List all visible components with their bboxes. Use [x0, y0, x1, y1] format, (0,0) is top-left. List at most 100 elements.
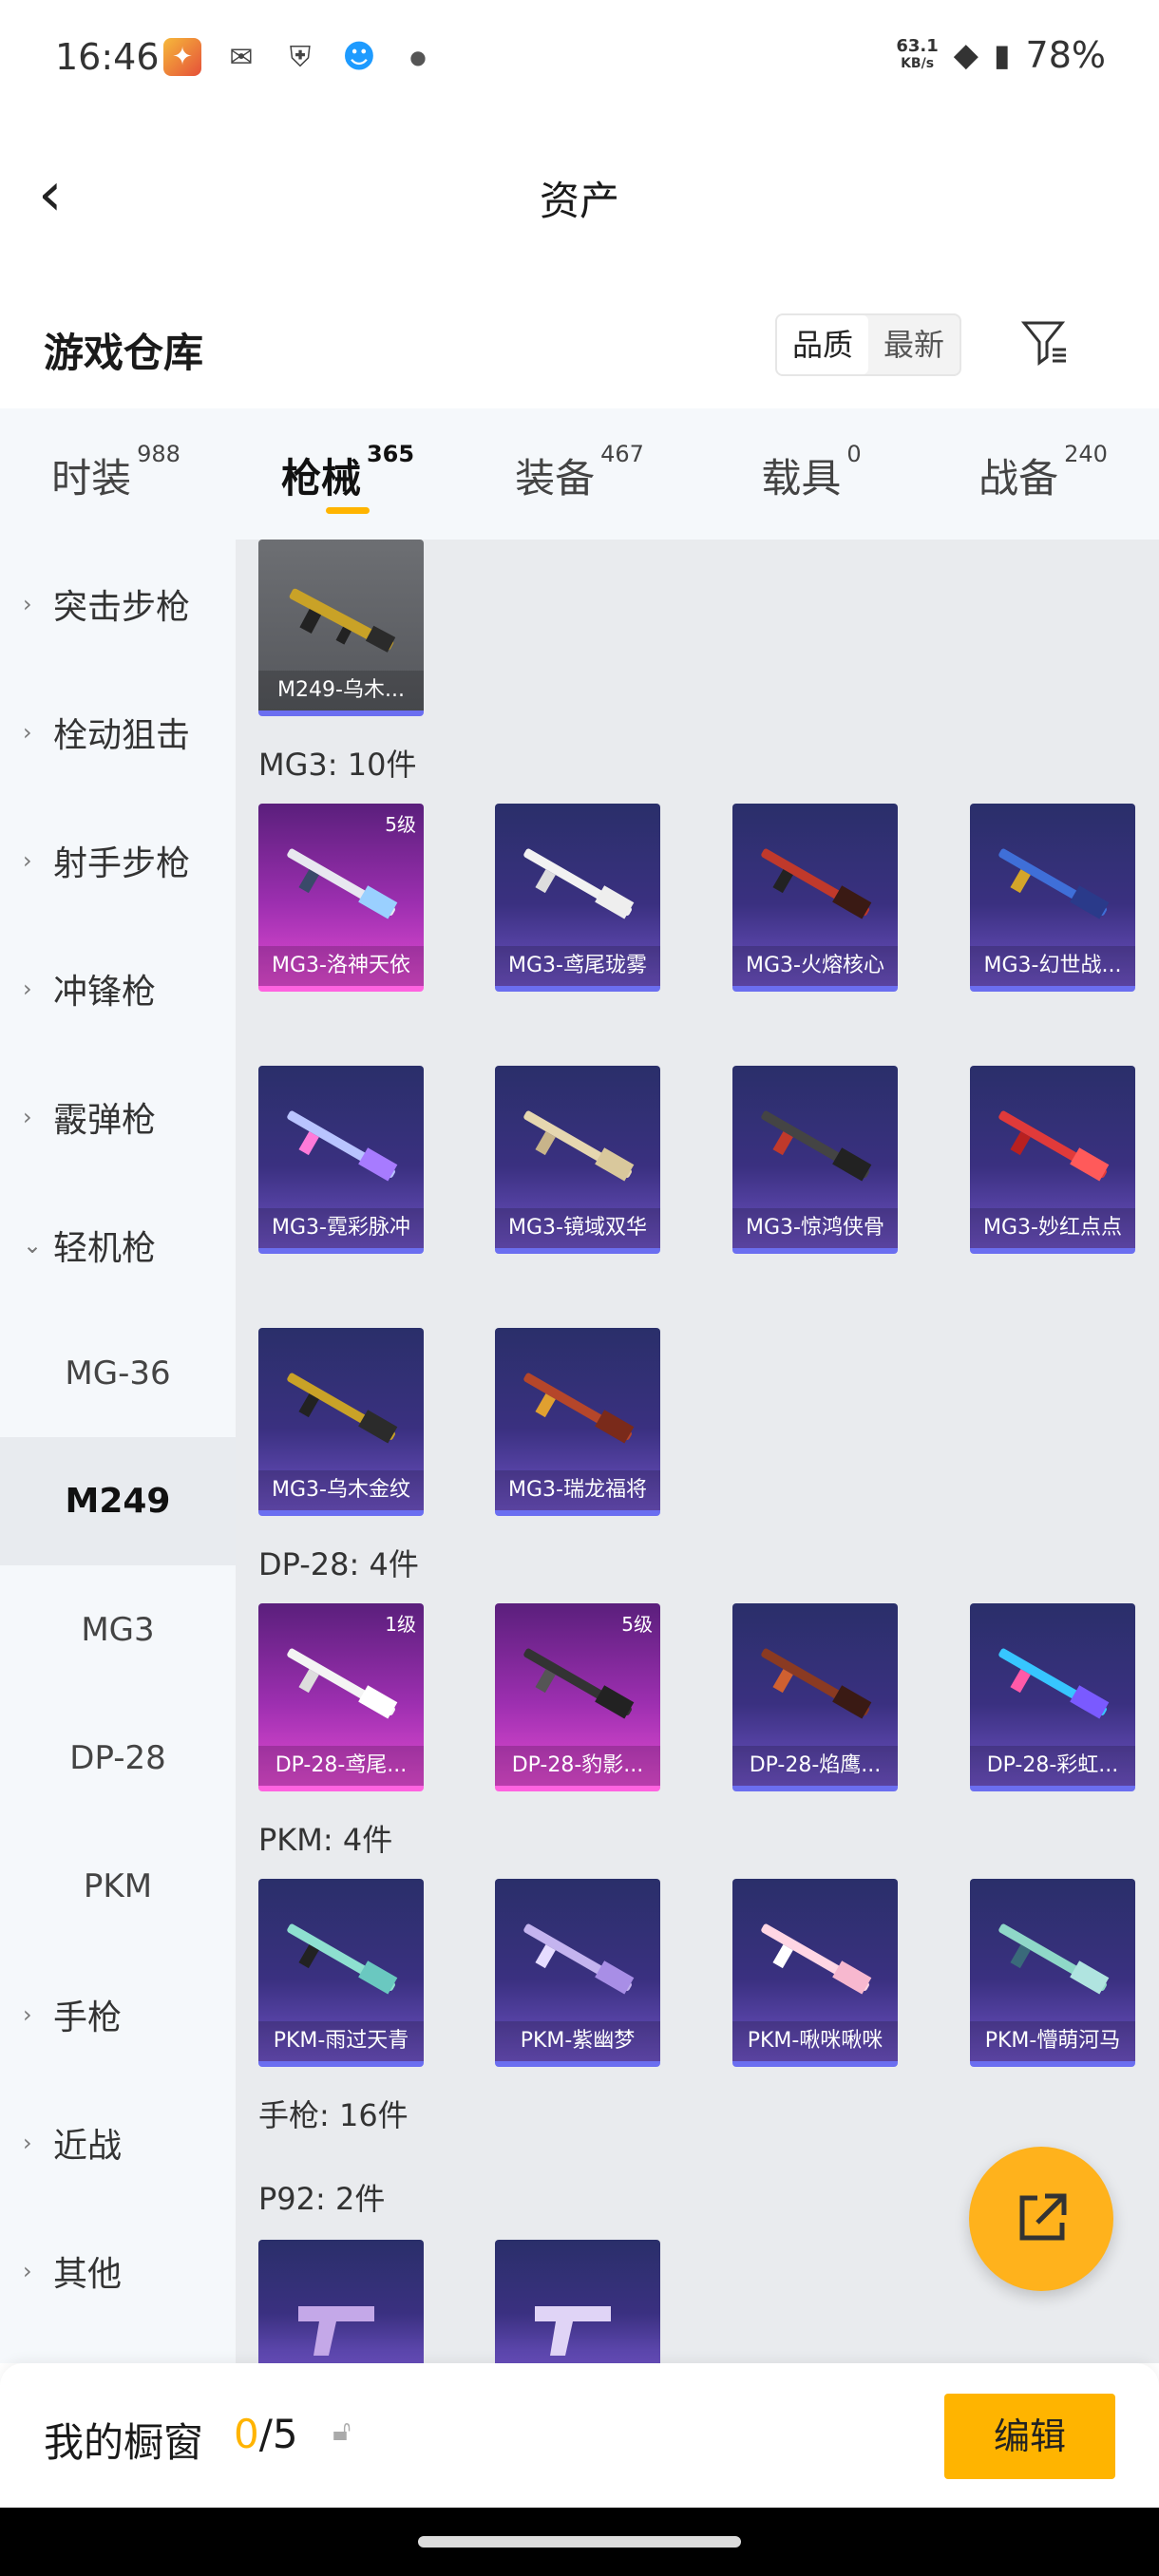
tab-fashion[interactable]: 时装988: [0, 408, 232, 540]
item-name: MG3-幻世战...: [970, 946, 1135, 986]
sort-quality-button[interactable]: 品质: [777, 315, 869, 374]
sidebar-item-other[interactable]: › 其他: [0, 2207, 236, 2335]
item-card[interactable]: DP-28-彩虹...: [970, 1603, 1135, 1791]
chevron-right-icon: ›: [23, 975, 32, 1002]
gun-skin-image: [523, 848, 635, 919]
showcase-bar: 我的橱窗 0/5 🔓︎ 编辑: [0, 2363, 1159, 2508]
item-card[interactable]: MG3-镜域双华: [495, 1066, 660, 1254]
sidebar-item-shotgun[interactable]: › 霰弹枪: [0, 1052, 236, 1181]
sidebar-item-melee[interactable]: › 近战: [0, 2078, 236, 2207]
sidebar-subitem-m249[interactable]: M249: [0, 1437, 236, 1565]
sidebar-item-bolt-sniper[interactable]: › 栓动狙击: [0, 668, 236, 796]
item-level-badge: 5级: [385, 813, 416, 836]
item-card[interactable]: DP-28-焰鹰...: [732, 1603, 898, 1791]
tab-vehicles[interactable]: 载具0: [695, 408, 927, 540]
gun-skin-image: [761, 848, 872, 919]
item-card[interactable]: PKM-懵萌河马: [970, 1879, 1135, 2067]
status-bar: 16:46 ✦ ✉ ⛨ ☻ ● 63.1 KB/s ◆ ▮ 78%: [0, 0, 1159, 114]
tab-supplies[interactable]: 战备240: [927, 408, 1159, 540]
item-card[interactable]: MG3-妙红点点: [970, 1066, 1135, 1254]
gun-skin-image: [523, 1648, 635, 1719]
network-speed: 63.1 KB/s: [896, 36, 939, 72]
chevron-right-icon: ›: [23, 846, 32, 874]
item-card[interactable]: MG3-火熔核心: [732, 804, 898, 992]
sidebar-subitem-pkm[interactable]: PKM: [0, 1822, 236, 1950]
gun-skin-image: [998, 1923, 1110, 1995]
item-card[interactable]: MG3-瑞龙福将: [495, 1328, 660, 1516]
item-card[interactable]: 5级 DP-28-豹影...: [495, 1603, 660, 1791]
category-sidebar: › 突击步枪 › 栓动狙击 › 射手步枪 › 冲锋枪 › 霰弹枪 ⌄ 轻机枪 MG-36 M…: [0, 540, 236, 2363]
item-name: DP-28-焰鹰...: [732, 1746, 898, 1786]
item-card[interactable]: [495, 2240, 660, 2363]
item-name: MG3-洛神天依: [258, 946, 424, 986]
battery-icon: ▮: [993, 37, 1011, 73]
item-name: MG3-镜域双华: [495, 1208, 660, 1248]
gun-skin-image: [287, 848, 398, 919]
sidebar-item-assault-rifle[interactable]: › 突击步枪: [0, 540, 236, 668]
item-name: MG3-乌木金纹: [258, 1470, 424, 1510]
edit-button[interactable]: 编辑: [944, 2394, 1115, 2479]
item-level-badge: 5级: [621, 1613, 653, 1636]
sort-newest-button[interactable]: 最新: [868, 315, 960, 374]
item-card[interactable]: MG3-幻世战...: [970, 804, 1135, 992]
sidebar-subitem-dp28[interactable]: DP-28: [0, 1694, 236, 1822]
item-name: MG3-火熔核心: [732, 946, 898, 986]
item-card[interactable]: MG3-惊鸿侠骨: [732, 1066, 898, 1254]
category-tabs: 时装988 枪械365 装备467 载具0 战备240: [0, 408, 1159, 540]
group-label-pistol: 手枪: 16件: [258, 2097, 408, 2133]
share-fab[interactable]: [969, 2147, 1113, 2291]
wifi-icon: ◆: [953, 36, 978, 74]
shield-icon: ⛨: [289, 40, 312, 74]
item-name: DP-28-豹影...: [495, 1746, 660, 1786]
gun-skin-image: [298, 2306, 374, 2356]
gun-skin-image: [523, 1373, 635, 1444]
item-name: PKM-懵萌河马: [970, 2021, 1135, 2061]
item-card[interactable]: PKM-紫幽梦: [495, 1879, 660, 2067]
sidebar-subitem-mg3[interactable]: MG3: [0, 1565, 236, 1694]
active-tab-indicator: [326, 507, 370, 514]
item-card[interactable]: 5级 MG3-洛神天依: [258, 804, 424, 992]
item-card[interactable]: MG3-鸢尾珑雾: [495, 804, 660, 992]
item-name: PKM-啾咪啾咪: [732, 2021, 898, 2061]
group-label-dp28: DP-28: 4件: [258, 1546, 419, 1582]
chevron-down-icon: ⌄: [23, 1231, 43, 1259]
item-card[interactable]: PKM-雨过天青: [258, 1879, 424, 2067]
sidebar-item-pistol[interactable]: › 手枪: [0, 1950, 236, 2078]
sidebar-item-smg[interactable]: › 冲锋枪: [0, 924, 236, 1052]
item-card[interactable]: M249-乌木...: [258, 540, 424, 716]
item-name: DP-28-鸢尾...: [258, 1746, 424, 1786]
tab-equipment[interactable]: 装备467: [464, 408, 695, 540]
gun-skin-image: [523, 1110, 635, 1182]
gun-skin-image: [535, 2306, 611, 2356]
home-indicator[interactable]: [418, 2536, 741, 2548]
gun-skin-image: [761, 1110, 872, 1182]
gun-skin-image: [287, 1110, 398, 1182]
status-right: 63.1 KB/s ◆ ▮ 78%: [896, 34, 1106, 76]
gun-skin-image: [998, 848, 1110, 919]
game-app-icon: ✦: [163, 38, 201, 76]
item-name: PKM-雨过天青: [258, 2021, 424, 2061]
filter-icon[interactable]: [1018, 315, 1075, 372]
section-header: 游戏仓库 品质 最新: [0, 304, 1159, 408]
item-card[interactable]: PKM-啾咪啾咪: [732, 1879, 898, 2067]
gun-skin-image: [523, 1923, 635, 1995]
sidebar-item-lmg[interactable]: ⌄ 轻机枪: [0, 1181, 236, 1309]
item-card[interactable]: 1级 DP-28-鸢尾...: [258, 1603, 424, 1791]
item-card[interactable]: MG3-乌木金纹: [258, 1328, 424, 1516]
item-name: MG3-瑞龙福将: [495, 1470, 660, 1510]
item-name: DP-28-彩虹...: [970, 1746, 1135, 1786]
page-title: 资产: [539, 178, 619, 224]
sidebar-item-marksman-rifle[interactable]: › 射手步枪: [0, 796, 236, 924]
item-card[interactable]: MG3-霓彩脉冲: [258, 1066, 424, 1254]
gun-skin-image: [761, 1923, 872, 1995]
gun-skin-image: [287, 1923, 398, 1995]
item-card[interactable]: [258, 2240, 424, 2363]
chevron-right-icon: ›: [23, 2129, 32, 2156]
tab-guns[interactable]: 枪械365: [232, 408, 464, 540]
sidebar-subitem-mg36[interactable]: MG-36: [0, 1309, 236, 1437]
chevron-right-icon: ›: [23, 2000, 32, 2028]
gun-skin-image: [998, 1110, 1110, 1182]
gun-skin-image: [289, 588, 396, 653]
item-name: MG3-惊鸿侠骨: [732, 1208, 898, 1248]
item-grid[interactable]: M249-乌木... MG3: 10件 5级 MG3-洛神天依 MG3-鸢尾珑雾…: [236, 540, 1159, 2363]
